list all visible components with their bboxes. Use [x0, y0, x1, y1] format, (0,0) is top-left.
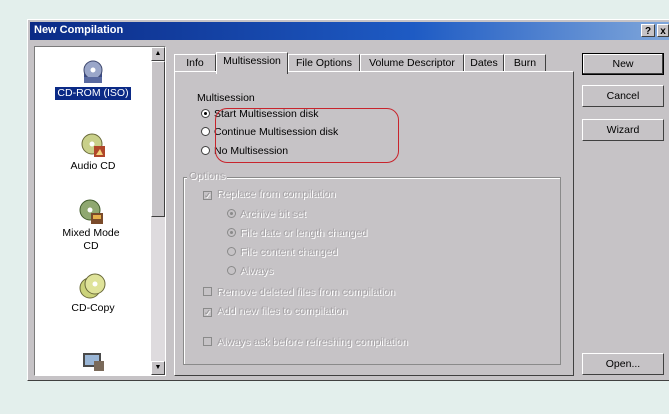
multisession-group-label: Multisession [197, 92, 255, 104]
list-item-mixed-mode-cd[interactable]: Mixed Mode CD [35, 197, 147, 253]
open-button[interactable]: Open... [582, 353, 664, 375]
list-item-cd-rom-iso[interactable]: CD-ROM (ISO) [35, 57, 151, 100]
tab-info[interactable]: Info [174, 54, 216, 72]
compilation-type-list[interactable]: CD-ROM (ISO) Audio CD Mixed Mode CD CD-C… [34, 46, 166, 376]
radio-button-icon [201, 146, 210, 155]
window-title: New Compilation [34, 24, 124, 36]
list-item-label: CD-ROM (ISO) [55, 87, 131, 100]
radio-button-icon [227, 247, 236, 256]
list-item-label: CD-Copy [71, 302, 115, 314]
checkbox-icon: ✓ [203, 308, 212, 317]
close-button[interactable]: x [657, 24, 669, 37]
checkbox-label: Remove deleted files from compilation [217, 286, 395, 298]
multisession-highlight-annotation [215, 108, 399, 163]
checkbox-remove-deleted-files[interactable]: Remove deleted files from compilation [203, 286, 395, 298]
checkbox-always-ask-before-refreshing[interactable]: Always ask before refreshing compilation [203, 336, 408, 348]
radio-button-icon [201, 109, 210, 118]
checkbox-replace-from-compilation[interactable]: ✓ Replace from compilation [203, 188, 335, 200]
list-scrollbar[interactable]: ▲ ▼ [151, 47, 165, 375]
radio-label: Archive bit set [240, 208, 306, 220]
radio-label: File content changed [240, 246, 338, 258]
cd-copy-icon [79, 273, 106, 299]
list-item-cd-copy[interactable]: CD-Copy [35, 272, 151, 315]
cancel-button[interactable]: Cancel [582, 85, 664, 107]
scroll-down-button[interactable]: ▼ [151, 361, 165, 375]
tab-file-options[interactable]: File Options [288, 54, 360, 72]
tab-volume-descriptor[interactable]: Volume Descriptor [360, 54, 464, 72]
help-button[interactable]: ? [641, 24, 655, 37]
wizard-button[interactable]: Wizard [582, 119, 664, 141]
scroll-up-button[interactable]: ▲ [151, 47, 165, 61]
audio-cd-icon [81, 133, 105, 157]
checkbox-add-new-files[interactable]: ✓ Add new files to compilation [203, 305, 347, 317]
checkbox-icon [203, 287, 212, 296]
new-compilation-dialog: New Compilation ? x CD-ROM (ISO) Audio C… [27, 19, 669, 381]
options-group-label: Options [187, 170, 228, 182]
list-item-label: Audio CD [70, 160, 116, 172]
radio-label: Always [240, 265, 274, 277]
radio-archive-bit-set[interactable]: Archive bit set [227, 208, 306, 220]
radio-file-content-changed[interactable]: File content changed [227, 246, 337, 258]
checkbox-icon [203, 337, 212, 346]
mixed-mode-cd-icon [79, 199, 103, 224]
radio-label: File date or length changed [240, 227, 368, 239]
radio-button-icon [227, 209, 236, 218]
tab-burn[interactable]: Burn [504, 54, 546, 72]
radio-button-icon [227, 228, 236, 237]
tab-dates[interactable]: Dates [464, 54, 504, 72]
video-cd-icon [83, 353, 104, 371]
radio-button-icon [201, 127, 210, 136]
list-item-audio-cd[interactable]: Audio CD [35, 130, 151, 173]
radio-button-icon [227, 266, 236, 275]
new-button[interactable]: New [582, 53, 664, 75]
list-item-video-cd[interactable] [35, 345, 151, 375]
checkbox-label: Add new files to compilation [217, 305, 348, 317]
radio-always[interactable]: Always [227, 265, 273, 277]
title-bar[interactable]: New Compilation ? x [30, 22, 669, 40]
list-item-label: Mixed Mode CD [62, 227, 120, 252]
scroll-thumb[interactable] [151, 61, 165, 217]
checkbox-label: Always ask before refreshing compilation [217, 336, 408, 348]
checkbox-icon: ✓ [203, 191, 212, 200]
cd-rom-iso-icon [83, 60, 103, 83]
radio-file-date-or-length-changed[interactable]: File date or length changed [227, 227, 367, 239]
checkbox-label: Replace from compilation [217, 188, 336, 200]
tab-multisession[interactable]: Multisession [216, 52, 288, 74]
